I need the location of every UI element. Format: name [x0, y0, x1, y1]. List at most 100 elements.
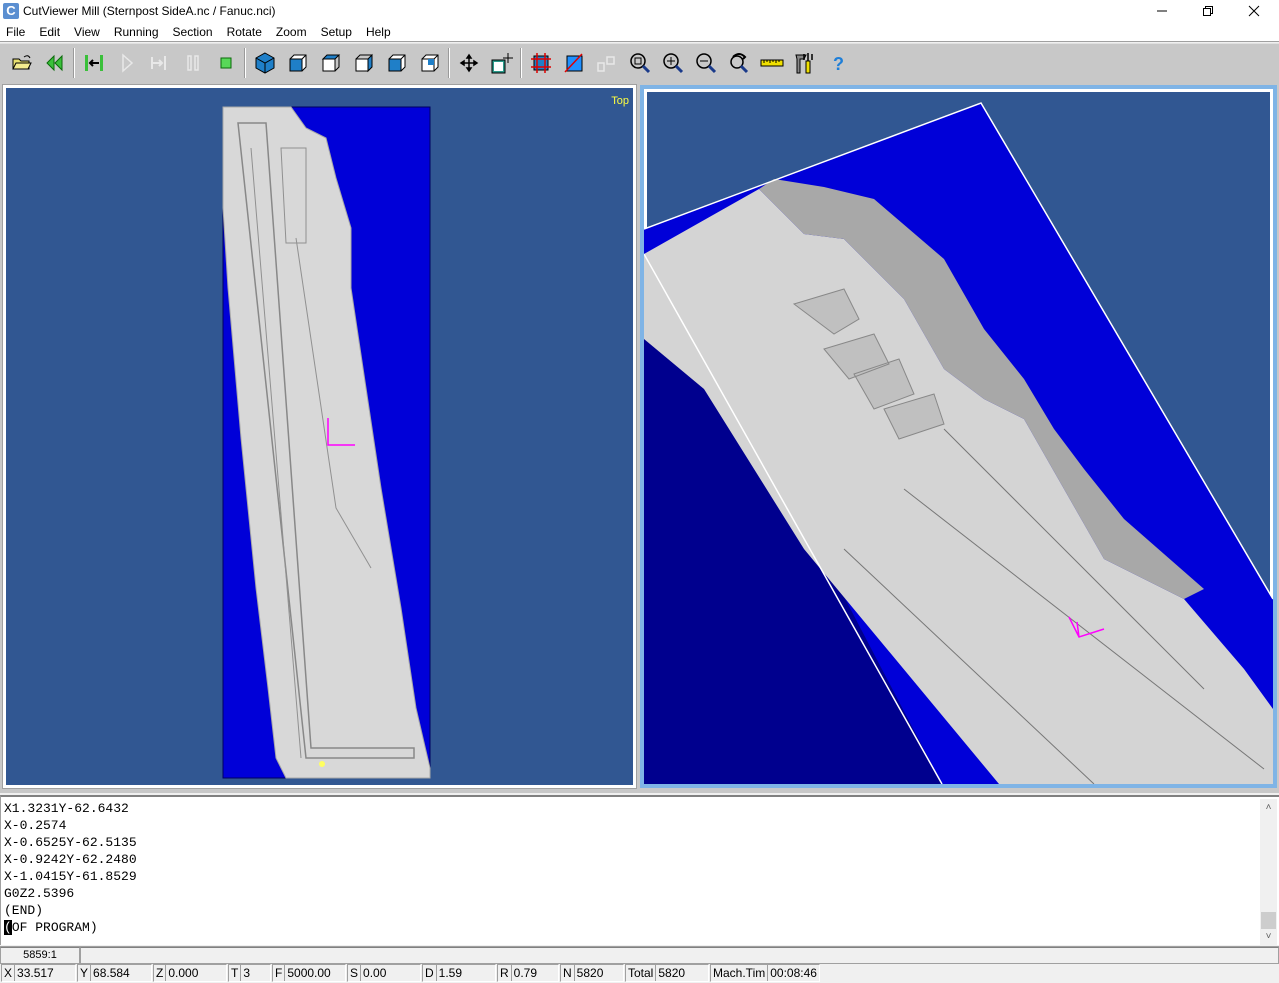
- section-button[interactable]: [557, 48, 590, 78]
- isometric-view-icon: [255, 51, 274, 74]
- toolbar-separator: [244, 47, 246, 78]
- vertical-scrollbar[interactable]: ˄ ˅: [1260, 799, 1277, 945]
- code-line[interactable]: X-0.2574: [4, 817, 137, 834]
- code-line[interactable]: X-0.6525Y-62.5135: [4, 834, 137, 851]
- dynamic-zoom-button[interactable]: [722, 48, 755, 78]
- pause-button[interactable]: [176, 48, 209, 78]
- step-forward-icon: [150, 55, 166, 70]
- grid-section-icon: [530, 52, 551, 73]
- status-field-radius: R 0.79: [497, 964, 559, 982]
- window-title: CutViewer Mill (Sternpost SideA.nc / Fan…: [23, 4, 276, 18]
- help-icon: ?: [833, 54, 844, 74]
- code-line-current[interactable]: (OF PROGRAM): [4, 919, 137, 936]
- measure-button[interactable]: [755, 48, 788, 78]
- section-cut-icon: [563, 52, 583, 73]
- svg-text:?: ?: [833, 54, 844, 74]
- nc-code-editor[interactable]: X1.3231Y-62.6432 X-0.2574 X-0.6525Y-62.5…: [0, 795, 1279, 945]
- code-line[interactable]: X-1.0415Y-61.8529: [4, 868, 137, 885]
- status-field-x: X 33.517: [1, 964, 76, 982]
- rewind-button[interactable]: [38, 48, 71, 78]
- status-field-line-number: N 5820: [560, 964, 624, 982]
- back-view-button[interactable]: [380, 48, 413, 78]
- left-view-icon: [421, 54, 438, 71]
- restore-button[interactable]: [1185, 0, 1231, 22]
- menu-zoom[interactable]: Zoom: [269, 22, 314, 42]
- go-to-start-button[interactable]: [77, 48, 110, 78]
- multi-view-icon: [596, 55, 615, 72]
- minimize-button[interactable]: [1139, 0, 1185, 22]
- open-folder-icon: [11, 54, 32, 69]
- status-message: [80, 947, 1279, 964]
- step-back-to-start-icon: [84, 54, 103, 71]
- restore-icon: [1203, 6, 1213, 16]
- help-button[interactable]: ?: [821, 48, 854, 78]
- pan-icon: [459, 53, 478, 72]
- tools-settings-icon: [794, 52, 813, 73]
- menu-setup[interactable]: Setup: [314, 22, 359, 42]
- stop-icon: [220, 57, 231, 68]
- close-icon: [1248, 5, 1260, 17]
- status-field-y: Y 68.584: [77, 964, 152, 982]
- code-line[interactable]: (END): [4, 902, 137, 919]
- views-button[interactable]: [590, 48, 623, 78]
- status-field-total: Total 5820: [625, 964, 709, 982]
- right-view-button[interactable]: [347, 48, 380, 78]
- scroll-up-arrow-icon[interactable]: ˄: [1260, 799, 1277, 816]
- toolbar-separator: [520, 47, 522, 78]
- status-field-z: Z 0.000: [153, 964, 227, 982]
- right-view-icon: [355, 53, 372, 72]
- zoom-window-button[interactable]: [623, 48, 656, 78]
- code-line[interactable]: X1.3231Y-62.6432: [4, 800, 137, 817]
- menu-view[interactable]: View: [67, 22, 107, 42]
- zoom-in-button[interactable]: [656, 48, 689, 78]
- pause-icon: [186, 54, 199, 71]
- run-button[interactable]: [110, 48, 143, 78]
- back-view-icon: [388, 54, 405, 71]
- status-field-feed: F 5000.00: [272, 964, 346, 982]
- text-cursor: (: [4, 920, 12, 935]
- front-view-button[interactable]: [281, 48, 314, 78]
- open-button[interactable]: [5, 48, 38, 78]
- menu-edit[interactable]: Edit: [32, 22, 67, 42]
- code-line[interactable]: X-0.9242Y-62.2480: [4, 851, 137, 868]
- close-button[interactable]: [1231, 0, 1277, 22]
- nc-code-lines: X1.3231Y-62.6432 X-0.2574 X-0.6525Y-62.5…: [4, 800, 137, 936]
- scroll-down-arrow-icon[interactable]: ˅: [1260, 928, 1277, 945]
- play-icon: [121, 52, 133, 73]
- menu-help[interactable]: Help: [359, 22, 398, 42]
- pan-button[interactable]: [452, 48, 485, 78]
- isometric-view-button[interactable]: [248, 48, 281, 78]
- front-view-icon: [289, 54, 306, 71]
- toolbar: ?: [0, 43, 1279, 81]
- zoom-in-icon: [662, 52, 683, 73]
- menu-rotate[interactable]: Rotate: [220, 22, 269, 42]
- zoom-window-icon: [629, 52, 650, 73]
- left-view-button[interactable]: [413, 48, 446, 78]
- iso-viewport[interactable]: [640, 85, 1277, 788]
- menu-bar: File Edit View Running Section Rotate Zo…: [0, 22, 1279, 42]
- title-bar: C CutViewer Mill (Sternpost SideA.nc / F…: [0, 0, 1279, 22]
- top-view-render: [222, 106, 431, 779]
- code-line[interactable]: G0Z2.5396: [4, 885, 137, 902]
- code-line-text: OF PROGRAM): [11, 920, 98, 935]
- status-field-diameter: D 1.59: [422, 964, 496, 982]
- top-view-icon: [321, 54, 340, 71]
- menu-section[interactable]: Section: [166, 22, 220, 42]
- rotate-button[interactable]: [485, 48, 518, 78]
- section-grid-button[interactable]: [524, 48, 557, 78]
- zoom-dynamic-icon: [729, 52, 748, 73]
- status-field-speed: S 0.00: [347, 964, 421, 982]
- setup-button[interactable]: [788, 48, 821, 78]
- top-viewport[interactable]: Top: [2, 84, 637, 789]
- origin-marker: [319, 761, 325, 767]
- top-view-button[interactable]: [314, 48, 347, 78]
- status-bar-fields: X 33.517 Y 68.584 Z 0.000 T3 F 5000.00 S 0.00…: [0, 964, 1279, 983]
- ruler-icon: [760, 59, 783, 66]
- menu-running[interactable]: Running: [107, 22, 166, 42]
- viewport-area: Top: [0, 81, 1279, 793]
- stop-button[interactable]: [209, 48, 242, 78]
- menu-file[interactable]: File: [0, 22, 32, 42]
- scroll-thumb[interactable]: [1261, 912, 1276, 929]
- step-button[interactable]: [143, 48, 176, 78]
- zoom-out-button[interactable]: [689, 48, 722, 78]
